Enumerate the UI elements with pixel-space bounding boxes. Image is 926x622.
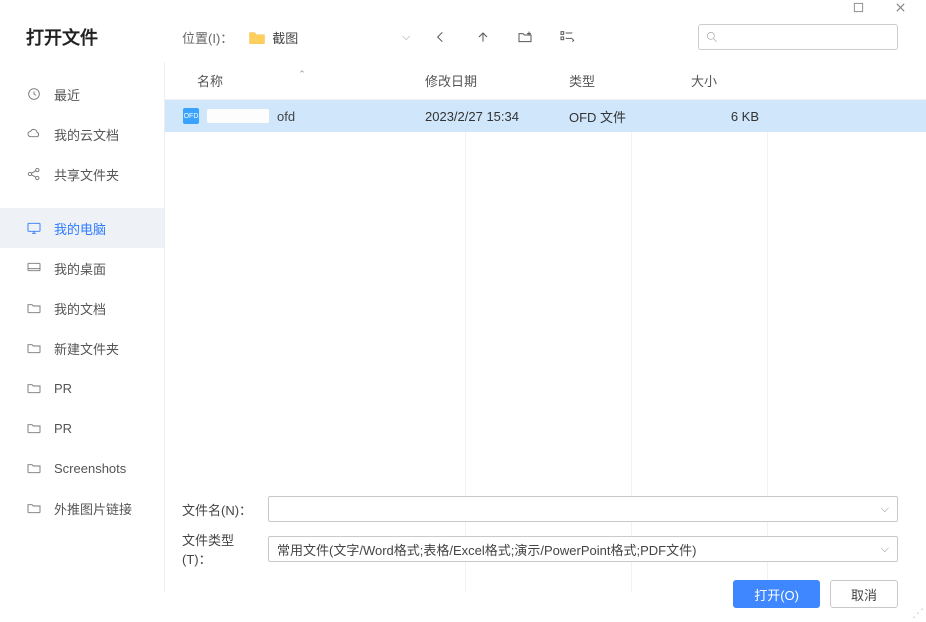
search-icon: [705, 30, 719, 44]
folder-icon: [26, 380, 42, 396]
column-name[interactable]: ⌃ 名称: [179, 71, 425, 90]
new-folder-button[interactable]: [515, 27, 535, 47]
sidebar-item-6[interactable]: 新建文件夹: [0, 328, 164, 368]
sidebar-item-label: 新建文件夹: [54, 339, 119, 358]
filename-redacted: [207, 109, 269, 123]
folder-icon: [26, 460, 42, 476]
cancel-button[interactable]: 取消: [830, 580, 898, 608]
ofd-file-icon: OFD: [183, 108, 199, 124]
filename-ext: ofd: [277, 109, 295, 124]
folder-icon: [26, 300, 42, 316]
search-input[interactable]: [723, 30, 891, 44]
filename-combo[interactable]: ⌵: [268, 496, 898, 522]
close-button[interactable]: [882, 2, 918, 12]
sidebar-item-2[interactable]: 共享文件夹: [0, 154, 164, 194]
sidebar: 最近我的云文档共享文件夹我的电脑我的桌面我的文档新建文件夹 PR PR Screens…: [0, 62, 165, 592]
sidebar-item-label: 我的文档: [54, 299, 106, 318]
filetype-label: 文件类型(T)：: [182, 530, 262, 568]
sidebar-item-label: 我的桌面: [54, 259, 106, 278]
sidebar-item-8[interactable]: PR: [0, 408, 164, 448]
maximize-button[interactable]: [840, 2, 876, 12]
sidebar-item-9[interactable]: Screenshots: [0, 448, 164, 488]
sort-caret-icon: ⌃: [298, 69, 306, 80]
sidebar-item-7[interactable]: PR: [0, 368, 164, 408]
resize-grip[interactable]: ⋰: [912, 606, 924, 620]
chevron-down-icon: ⌵: [402, 31, 410, 44]
sidebar-item-10[interactable]: 外推图片链接: [0, 488, 164, 528]
folder-icon: [26, 420, 42, 436]
column-date[interactable]: 修改日期: [425, 71, 569, 90]
sidebar-item-0[interactable]: 最近: [0, 74, 164, 114]
cell-date: 2023/2/27 15:34: [425, 109, 569, 124]
sidebar-item-label: 外推图片链接: [54, 499, 132, 518]
sidebar-item-label: 我的云文档: [54, 125, 119, 144]
open-button[interactable]: 打开(O): [733, 580, 820, 608]
view-mode-button[interactable]: [557, 27, 577, 47]
back-button[interactable]: [431, 27, 451, 47]
folder-icon: [248, 29, 266, 45]
desktop-icon: [26, 260, 42, 276]
sidebar-item-label: Screenshots: [54, 461, 126, 476]
sidebar-item-5[interactable]: 我的文档: [0, 288, 164, 328]
folder-icon: [26, 340, 42, 356]
sidebar-item-label: PR: [54, 421, 72, 436]
up-button[interactable]: [473, 27, 493, 47]
sidebar-item-4[interactable]: 我的桌面: [0, 248, 164, 288]
location-combo[interactable]: 截图 ⌵: [241, 24, 417, 50]
sidebar-item-3[interactable]: 我的电脑: [0, 208, 164, 248]
dialog-title: 打开文件: [0, 24, 182, 50]
table-row[interactable]: OFD ofd 2023/2/27 15:34OFD 文件6 KB: [165, 100, 926, 132]
sidebar-item-label: 最近: [54, 85, 80, 104]
filename-label: 文件名(N)：: [182, 500, 262, 519]
cell-size: 6 KB: [691, 109, 765, 124]
sidebar-item-label: PR: [54, 381, 72, 396]
monitor-icon: [26, 220, 42, 236]
sidebar-item-label: 共享文件夹: [54, 165, 119, 184]
cloud-icon: [26, 126, 42, 142]
share-icon: [26, 166, 42, 182]
filetype-combo[interactable]: 常用文件(文字/Word格式;表格/Excel格式;演示/PowerPoint格…: [268, 536, 898, 562]
location-name: 截图: [272, 28, 396, 47]
column-type[interactable]: 类型: [569, 71, 691, 90]
clock-icon: [26, 86, 42, 102]
search-input-wrapper[interactable]: [698, 24, 898, 50]
column-header-row: ⌃ 名称 修改日期 类型 大小: [165, 62, 926, 100]
chevron-down-icon: ⌵: [881, 503, 889, 516]
sidebar-item-1[interactable]: 我的云文档: [0, 114, 164, 154]
cell-type: OFD 文件: [569, 107, 691, 126]
column-size[interactable]: 大小: [691, 71, 765, 90]
sidebar-item-label: 我的电脑: [54, 219, 106, 238]
folder-icon: [26, 500, 42, 516]
location-label: 位置(I)：: [182, 28, 233, 47]
chevron-down-icon: ⌵: [881, 543, 889, 556]
